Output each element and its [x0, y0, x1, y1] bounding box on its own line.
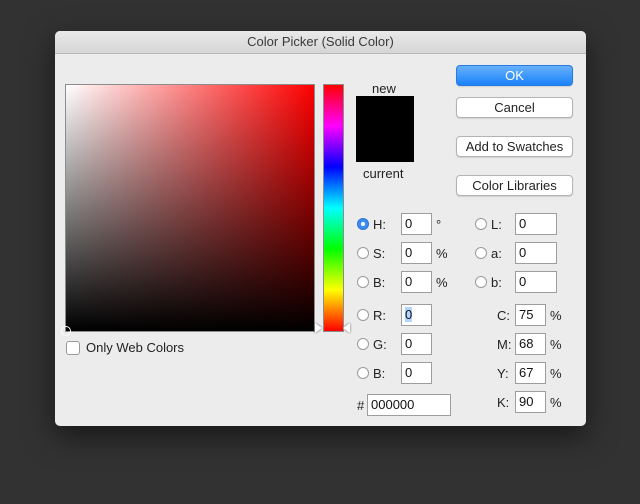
lab-a-row: a: 0 [475, 241, 557, 265]
only-web-colors-option[interactable]: Only Web Colors [66, 340, 184, 355]
only-web-colors-checkbox[interactable] [66, 340, 80, 355]
hex-input[interactable]: 000000 [367, 394, 451, 416]
lab-b-row: b: 0 [475, 270, 557, 294]
saturation-label: S: [373, 245, 386, 261]
hue-slider-right-arrow[interactable] [343, 323, 350, 333]
magenta-unit: % [550, 336, 562, 352]
lab-l-label: L: [491, 216, 502, 232]
magenta-input[interactable]: 68 [515, 333, 546, 355]
blue-row: B: 0 [357, 361, 432, 385]
color-picker-dialog: Color Picker (Solid Color) Only Web Colo… [55, 31, 586, 426]
brightness-label: B: [373, 274, 386, 290]
lab-l-row: L: 0 [475, 212, 557, 236]
yellow-label: Y: [497, 365, 509, 381]
color-preview [356, 96, 414, 162]
lab-b-label: b: [491, 274, 502, 290]
green-radio[interactable] [357, 338, 369, 350]
black-row: K: 90 % [497, 390, 562, 414]
color-libraries-button[interactable]: Color Libraries [456, 175, 573, 196]
magenta-label: M: [497, 336, 512, 352]
magenta-row: M: 68 % [497, 332, 562, 356]
lab-a-radio[interactable] [475, 247, 487, 259]
hex-label: # [357, 397, 365, 413]
cyan-unit: % [550, 307, 562, 323]
cyan-label: C: [497, 307, 510, 323]
saturation-brightness-field[interactable] [61, 84, 315, 336]
hue-radio[interactable] [357, 218, 369, 230]
cyan-row: C: 75 % [497, 303, 562, 327]
current-color-label: current [363, 166, 404, 181]
new-color-swatch [356, 96, 414, 129]
ok-button[interactable]: OK [456, 65, 573, 86]
lab-b-radio[interactable] [475, 276, 487, 288]
lab-l-input[interactable]: 0 [515, 213, 557, 235]
saturation-row: S: 0 % [357, 241, 448, 265]
black-label: K: [497, 394, 510, 410]
red-row: R: 0 [357, 303, 432, 327]
brightness-input[interactable]: 0 [401, 271, 432, 293]
brightness-radio[interactable] [357, 276, 369, 288]
lab-b-input[interactable]: 0 [515, 271, 557, 293]
red-radio[interactable] [357, 309, 369, 321]
hex-row: # 000000 [357, 393, 451, 417]
blue-label: B: [373, 365, 386, 381]
hue-input[interactable]: 0 [401, 213, 432, 235]
only-web-colors-label: Only Web Colors [86, 340, 185, 355]
red-input[interactable]: 0 [401, 304, 432, 326]
current-color-swatch[interactable] [356, 129, 414, 162]
red-input-value: 0 [405, 307, 413, 322]
new-color-label: new [372, 81, 396, 96]
add-to-swatches-button[interactable]: Add to Swatches [456, 136, 573, 157]
color-field-cursor[interactable] [61, 326, 71, 336]
hue-row: H: 0 ° [357, 212, 441, 236]
lab-a-input[interactable]: 0 [515, 242, 557, 264]
window-title: Color Picker (Solid Color) [55, 31, 586, 54]
yellow-unit: % [550, 365, 562, 381]
saturation-unit: % [436, 245, 448, 261]
green-input[interactable]: 0 [401, 333, 432, 355]
saturation-input[interactable]: 0 [401, 242, 432, 264]
hue-label: H: [373, 216, 386, 232]
hue-slider[interactable] [323, 84, 344, 332]
cyan-input[interactable]: 75 [515, 304, 546, 326]
yellow-row: Y: 67 % [497, 361, 562, 385]
cancel-button[interactable]: Cancel [456, 97, 573, 118]
blue-input[interactable]: 0 [401, 362, 432, 384]
lab-l-radio[interactable] [475, 218, 487, 230]
yellow-input[interactable]: 67 [515, 362, 546, 384]
lab-a-label: a: [491, 245, 502, 261]
blue-radio[interactable] [357, 367, 369, 379]
black-input[interactable]: 90 [515, 391, 546, 413]
black-unit: % [550, 394, 562, 410]
saturation-radio[interactable] [357, 247, 369, 259]
hue-unit: ° [436, 216, 442, 232]
brightness-row: B: 0 % [357, 270, 448, 294]
red-label: R: [373, 307, 386, 323]
green-row: G: 0 [357, 332, 432, 356]
hue-slider-left-arrow[interactable] [315, 323, 322, 333]
brightness-unit: % [436, 274, 448, 290]
green-label: G: [373, 336, 387, 352]
